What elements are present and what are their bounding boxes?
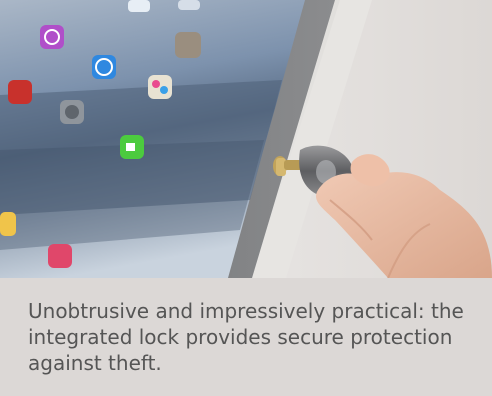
photo-booth-app-icon [8,80,32,104]
game-center-icon [148,75,172,99]
product-photo [0,0,492,278]
tablet-stand-illustration [0,0,492,278]
tips-icon [0,212,16,236]
contacts-app-icon [175,32,201,58]
clock-icon [128,0,150,12]
music-app-icon [40,25,64,49]
image-caption: Unobtrusive and impressively practical: … [28,299,464,375]
itunes-icon [48,244,72,268]
calendar-icon [178,0,200,10]
